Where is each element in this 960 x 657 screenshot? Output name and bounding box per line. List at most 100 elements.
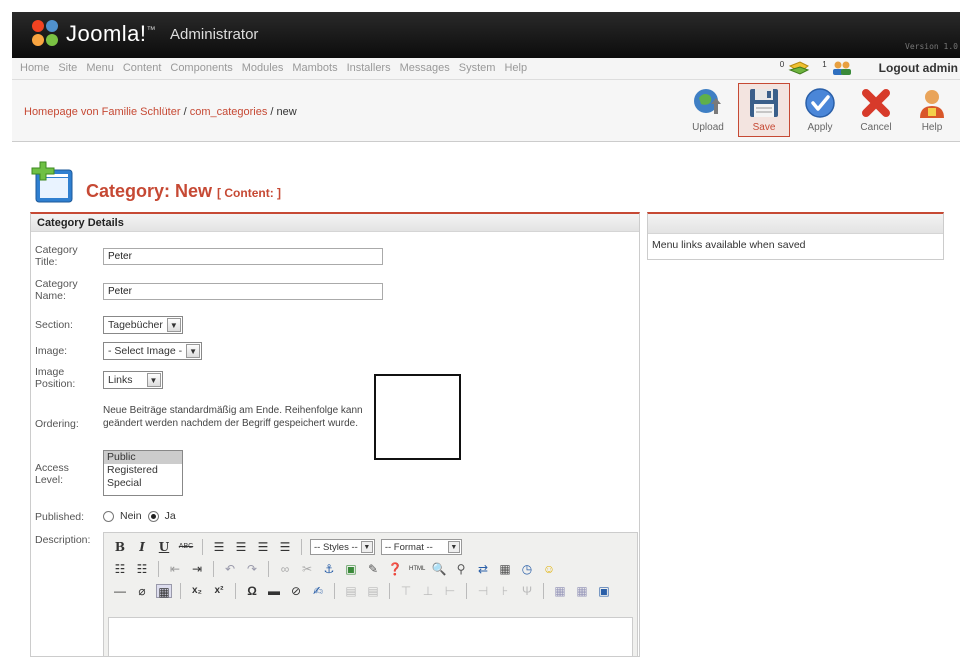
- unlink-icon[interactable]: ✂: [299, 562, 315, 576]
- chevron-down-icon: ▼: [360, 541, 373, 553]
- delete-row-icon[interactable]: ⊢: [442, 584, 458, 598]
- remove-format-icon[interactable]: ⌀: [134, 584, 150, 598]
- save-icon: [750, 89, 778, 117]
- undo-icon[interactable]: ↶: [222, 562, 238, 576]
- mail-icon[interactable]: [788, 60, 810, 76]
- emoticon-icon[interactable]: ☺: [541, 562, 557, 576]
- menu-item-site[interactable]: Site: [58, 62, 77, 74]
- users-online-icon[interactable]: [831, 60, 853, 76]
- row-after-icon[interactable]: ⊥: [420, 584, 436, 598]
- delete-col-icon[interactable]: Ψ: [519, 584, 535, 598]
- image-position-select[interactable]: Links ▼: [103, 371, 163, 389]
- cleanup-icon[interactable]: ✎: [365, 562, 381, 576]
- action-toolbar: Upload Save Apply Cancel Help: [682, 83, 958, 137]
- image-select[interactable]: - Select Image - ▼: [103, 342, 203, 360]
- anchor-icon[interactable]: ⚓: [321, 562, 337, 576]
- table-icon[interactable]: ▤: [343, 584, 359, 598]
- image-label: Image:: [35, 345, 68, 357]
- joomla-admin-page: Joomla!™ Administrator Version 1.0 Home …: [0, 0, 960, 657]
- preview-icon[interactable]: 🔍: [431, 562, 447, 576]
- chevron-down-icon: ▼: [146, 373, 161, 387]
- logout-link[interactable]: Logout admin: [879, 61, 958, 75]
- menu-links-text: Menu links available when saved: [652, 239, 806, 251]
- visual-aid-icon[interactable]: ▦: [156, 584, 172, 599]
- bold-icon[interactable]: B: [112, 540, 128, 554]
- replace-icon[interactable]: ⇄: [475, 562, 491, 576]
- menu-item-installers[interactable]: Installers: [347, 62, 391, 74]
- align-justify-icon[interactable]: ☰: [277, 540, 293, 554]
- strikethrough-icon[interactable]: ABC: [178, 540, 194, 554]
- upload-button[interactable]: Upload: [682, 83, 734, 137]
- advanced-hr-icon[interactable]: ▬: [266, 584, 282, 598]
- menu-item-content[interactable]: Content: [123, 62, 162, 74]
- styles-selected: -- Styles --: [314, 541, 358, 553]
- access-option-special[interactable]: Special: [104, 477, 182, 490]
- menu-item-components[interactable]: Components: [170, 62, 232, 74]
- horizontal-rule-icon[interactable]: —: [112, 584, 128, 598]
- menu-item-modules[interactable]: Modules: [242, 62, 284, 74]
- table-props-icon[interactable]: ▤: [365, 584, 381, 598]
- superscript-icon[interactable]: x²: [211, 584, 227, 598]
- apply-button[interactable]: Apply: [794, 83, 846, 137]
- published-radio-group: Nein Ja: [103, 510, 176, 522]
- edit-icon[interactable]: ✍: [310, 584, 326, 598]
- menu-item-help[interactable]: Help: [504, 62, 527, 74]
- cancel-button[interactable]: Cancel: [850, 83, 902, 137]
- format-select[interactable]: -- Format -- ▼: [380, 539, 462, 555]
- search-icon[interactable]: ⚲: [453, 562, 469, 576]
- breadcrumb-site[interactable]: Homepage von Familie Schlüter: [24, 106, 181, 118]
- insert-date-icon[interactable]: ▦: [497, 562, 513, 576]
- merge-cells-icon[interactable]: ▦: [574, 584, 590, 598]
- menu-item-menu[interactable]: Menu: [86, 62, 114, 74]
- insert-time-icon[interactable]: ◷: [519, 562, 535, 576]
- html-source-icon[interactable]: HTML: [409, 562, 425, 576]
- help-icon[interactable]: ❓: [387, 562, 403, 576]
- breadcrumb-action: new: [276, 106, 297, 118]
- section-select[interactable]: Tagebücher ▼: [103, 316, 183, 334]
- subscript-icon[interactable]: x₂: [189, 584, 205, 598]
- image-icon[interactable]: ▣: [343, 562, 359, 576]
- outdent-icon[interactable]: ⇤: [167, 562, 183, 576]
- split-cells-icon[interactable]: ▦: [552, 584, 568, 598]
- format-selected: -- Format --: [384, 541, 433, 553]
- bullet-list-icon[interactable]: ☷: [112, 562, 128, 576]
- menu-item-home[interactable]: Home: [20, 62, 49, 74]
- save-button[interactable]: Save: [738, 83, 790, 137]
- version-label: Version 1.0: [905, 42, 958, 51]
- flash-icon[interactable]: ⊘: [288, 584, 304, 598]
- col-before-icon[interactable]: ⊣: [475, 584, 491, 598]
- access-option-public[interactable]: Public: [104, 451, 182, 464]
- menu-item-messages[interactable]: Messages: [400, 62, 450, 74]
- special-char-icon[interactable]: Ω: [244, 584, 260, 598]
- published-no-radio[interactable]: [103, 510, 114, 522]
- numbered-list-icon[interactable]: ☷: [134, 562, 150, 576]
- row-before-icon[interactable]: ⊤: [398, 584, 414, 598]
- upload-button-label: Upload: [692, 122, 724, 133]
- access-option-registered[interactable]: Registered: [104, 464, 182, 477]
- help-button[interactable]: Help: [906, 83, 958, 137]
- styles-select[interactable]: -- Styles -- ▼: [310, 539, 375, 555]
- col-after-icon[interactable]: ⊦: [497, 584, 513, 598]
- underline-icon[interactable]: U: [156, 540, 172, 554]
- breadcrumb-component[interactable]: com_categories: [190, 106, 268, 118]
- align-center-icon[interactable]: ☰: [233, 540, 249, 554]
- align-left-icon[interactable]: ☰: [211, 540, 227, 554]
- category-title-input[interactable]: [103, 248, 383, 265]
- italic-icon[interactable]: I: [134, 540, 150, 554]
- menu-links-panel: Menu links available when saved: [647, 212, 944, 260]
- description-label: Description:: [35, 534, 91, 546]
- description-edit-area[interactable]: [108, 617, 633, 656]
- cell-props-icon[interactable]: ▣: [596, 584, 612, 598]
- indent-icon[interactable]: ⇥: [189, 562, 205, 576]
- align-right-icon[interactable]: ☰: [255, 540, 271, 554]
- access-level-list[interactable]: Public Registered Special: [103, 450, 183, 496]
- page-title: Category: New [ Content: ]: [30, 160, 281, 206]
- menu-item-mambots[interactable]: Mambots: [292, 62, 337, 74]
- menu-item-system[interactable]: System: [459, 62, 496, 74]
- ordering-label: Ordering:: [35, 418, 79, 430]
- chevron-down-icon: ▼: [447, 541, 460, 553]
- link-icon[interactable]: ∞: [277, 562, 293, 576]
- published-yes-radio[interactable]: [147, 510, 159, 522]
- category-name-input[interactable]: [103, 283, 383, 300]
- redo-icon[interactable]: ↷: [244, 562, 260, 576]
